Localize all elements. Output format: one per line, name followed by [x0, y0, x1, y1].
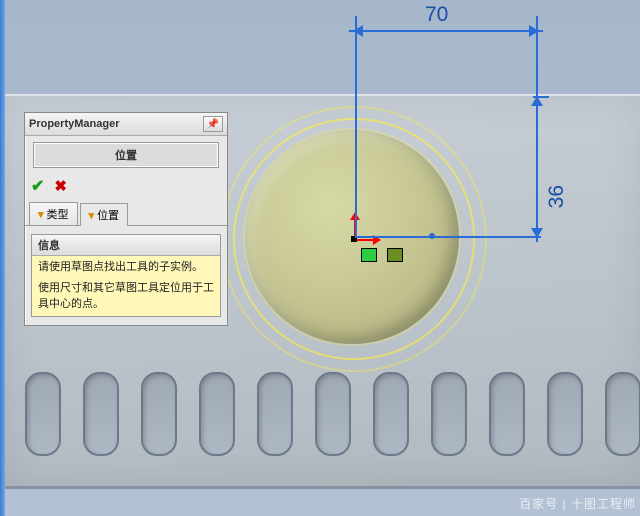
- property-manager-panel: PropertyManager 📌 位置 ✔ ✖ ▾ 类型 ▾ 位置 信息 请使…: [24, 112, 228, 326]
- feature-name-label: 位置: [34, 143, 218, 167]
- watermark-text: 百家号 | 十图工程师: [519, 495, 636, 512]
- panel-title: PropertyManager: [29, 118, 203, 130]
- louver-slot: [83, 372, 119, 456]
- louver-slot: [431, 372, 467, 456]
- info-text-line1: 请使用草图点找出工具的子实例。: [38, 260, 214, 275]
- louver-slot: [315, 372, 351, 456]
- pin-panel-icon[interactable]: 📌: [203, 116, 223, 132]
- tab-strip: ▾ 类型 ▾ 位置: [25, 198, 227, 226]
- horizontal-dimension-line[interactable]: [349, 30, 543, 32]
- louver-slot: [199, 372, 235, 456]
- horizontal-relation-icon[interactable]: [387, 248, 403, 262]
- louver-slot: [605, 372, 640, 456]
- confirm-row: ✔ ✖: [25, 174, 227, 198]
- tab-type-label: 类型: [47, 206, 69, 222]
- tab-position[interactable]: ▾ 位置: [80, 203, 129, 226]
- dim-extension-line: [355, 236, 541, 238]
- panel-titlebar[interactable]: PropertyManager 📌: [25, 113, 227, 136]
- vertical-dimension-value[interactable]: 36: [545, 185, 569, 208]
- model-viewport[interactable]: 70 36 PropertyManager 📌 位置 ✔ ✖ ▾ 类型 ▾ 位置: [5, 0, 640, 516]
- dim-extension-line: [355, 16, 357, 236]
- tab-type[interactable]: ▾ 类型: [29, 202, 78, 225]
- horizontal-dimension-value[interactable]: 70: [425, 3, 448, 27]
- louver-slot: [141, 372, 177, 456]
- info-text-line2: 使用尺寸和其它草图工具定位用于工具中心的点。: [38, 281, 214, 312]
- louver-slot: [489, 372, 525, 456]
- coincident-relation-icon[interactable]: [361, 248, 377, 262]
- tab-type-icon: ▾: [38, 208, 44, 221]
- cancel-button[interactable]: ✖: [54, 177, 67, 195]
- info-group-body: 请使用草图点找出工具的子实例。 使用尺寸和其它草图工具定位用于工具中心的点。: [32, 256, 220, 316]
- vertical-dimension-line[interactable]: [536, 92, 538, 242]
- info-group: 信息 请使用草图点找出工具的子实例。 使用尺寸和其它草图工具定位用于工具中心的点…: [31, 234, 221, 317]
- x-axis-icon: [354, 239, 380, 241]
- louver-slot: [547, 372, 583, 456]
- tab-position-label: 位置: [97, 207, 119, 223]
- louver-slot: [25, 372, 61, 456]
- louver-slot: [373, 372, 409, 456]
- louver-slot: [257, 372, 293, 456]
- tab-position-icon: ▾: [89, 209, 95, 222]
- info-group-heading: 信息: [32, 235, 220, 256]
- ok-button[interactable]: ✔: [31, 176, 44, 196]
- feature-name-box: 位置: [33, 142, 219, 168]
